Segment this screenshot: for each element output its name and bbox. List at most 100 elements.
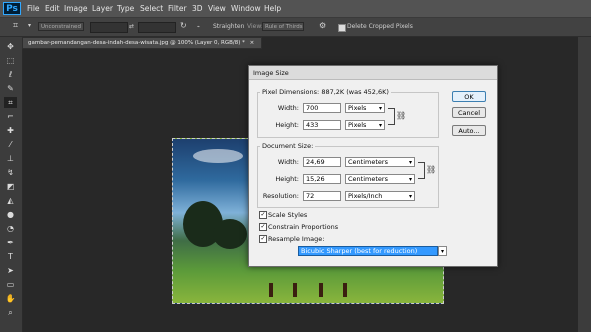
delete-cropped-label: Delete Cropped Pixels bbox=[347, 23, 413, 30]
resolution-label: Resolution: bbox=[262, 192, 299, 200]
eyedropper-tool-icon[interactable]: ⌐ bbox=[4, 111, 17, 122]
straighten-label[interactable]: Straighten bbox=[213, 23, 244, 30]
doc-width-label: Width: bbox=[277, 158, 299, 166]
hand-tool-icon[interactable]: ✋ bbox=[4, 293, 17, 304]
menu-image[interactable]: Image bbox=[64, 4, 88, 13]
clone-stamp-tool-icon[interactable]: ⊥ bbox=[4, 153, 17, 164]
zoom-tool-icon[interactable]: ⌕ bbox=[4, 307, 17, 318]
resolution-unit-select[interactable]: Pixels/Inch ▾ bbox=[345, 191, 415, 201]
image-size-dialog: Image Size Pixel Dimensions: 887,2K (was… bbox=[248, 65, 498, 267]
scale-styles-label: Scale Styles bbox=[268, 211, 308, 219]
overlay-select[interactable]: Rule of Thirds bbox=[262, 22, 304, 31]
document-tab[interactable]: gambar-pemandangan-desa-indah-desa-wisat… bbox=[22, 37, 262, 49]
delete-cropped-checkbox[interactable] bbox=[338, 24, 346, 32]
crop-tool-icon[interactable]: ⌗ bbox=[13, 21, 18, 31]
menu-help[interactable]: Help bbox=[264, 4, 281, 13]
menu-type[interactable]: Type bbox=[117, 4, 134, 13]
pixel-dimensions-group bbox=[257, 92, 439, 138]
doc-height-input[interactable]: 15,26 bbox=[303, 174, 341, 184]
chevron-down-icon: ▾ bbox=[408, 176, 412, 183]
tool-preset-chevron-icon[interactable]: ▾ bbox=[28, 22, 31, 29]
document-tab-title: gambar-pemandangan-desa-indah-desa-wisat… bbox=[28, 40, 255, 46]
menu-view[interactable]: View bbox=[208, 4, 226, 13]
menu-edit[interactable]: Edit bbox=[45, 4, 60, 13]
gear-icon[interactable]: ⚙ bbox=[319, 21, 326, 30]
px-width-unit-select[interactable]: Pixels ▾ bbox=[345, 103, 385, 113]
photoshop-logo: Ps bbox=[3, 2, 21, 15]
type-tool-icon[interactable]: T bbox=[4, 251, 17, 262]
px-height-unit-select[interactable]: Pixels ▾ bbox=[345, 120, 385, 130]
scale-styles-checkbox[interactable]: ✓ bbox=[259, 211, 267, 219]
constraint-select[interactable]: Unconstrained bbox=[38, 22, 84, 31]
chain-link-icon: ⛓ bbox=[426, 165, 437, 174]
doc-height-unit-select[interactable]: Centimeters ▾ bbox=[345, 174, 415, 184]
menu-file[interactable]: File bbox=[27, 4, 40, 13]
lasso-tool-icon[interactable]: ℓ bbox=[4, 69, 17, 80]
menu-filter[interactable]: Filter bbox=[168, 4, 187, 13]
doc-link-bracket bbox=[418, 162, 425, 179]
marquee-tool-icon[interactable]: ⬚ bbox=[4, 55, 17, 66]
constrain-proportions-label: Constrain Proportions bbox=[268, 223, 339, 231]
px-width-label: Width: bbox=[277, 104, 299, 112]
menu-3d[interactable]: 3D bbox=[192, 4, 203, 13]
document-size-label: Document Size: bbox=[260, 142, 316, 150]
person bbox=[319, 283, 323, 297]
path-select-tool-icon[interactable]: ➤ bbox=[4, 265, 17, 276]
cancel-button[interactable]: Cancel bbox=[452, 107, 486, 118]
resample-method-select[interactable]: Bicubic Sharper (best for reduction) bbox=[298, 246, 438, 256]
resolution-input[interactable]: 72 bbox=[303, 191, 341, 201]
move-tool-icon[interactable]: ✥ bbox=[4, 41, 17, 52]
chevron-down-icon[interactable]: ▾ bbox=[438, 246, 447, 256]
tree bbox=[213, 219, 247, 249]
blur-tool-icon[interactable]: ● bbox=[4, 209, 17, 220]
doc-width-unit-select[interactable]: Centimeters ▾ bbox=[345, 157, 415, 167]
px-width-input[interactable]: 700 bbox=[303, 103, 341, 113]
menu-window[interactable]: Window bbox=[231, 4, 261, 13]
dialog-title-bar[interactable]: Image Size bbox=[249, 66, 497, 80]
person bbox=[343, 283, 347, 297]
menu-layer[interactable]: Layer bbox=[92, 4, 113, 13]
person bbox=[293, 283, 297, 297]
crop-height-field[interactable] bbox=[138, 22, 176, 33]
dodge-tool-icon[interactable]: ◔ bbox=[4, 223, 17, 234]
view-label: View: bbox=[247, 23, 263, 30]
tools-panel: ✥ ⬚ ℓ ✎ ⌗ ⌐ ✚ ⁄ ⊥ ↯ ◩ ◭ ● ◔ ✒ T ➤ ▭ ✋ ⌕ bbox=[0, 37, 23, 332]
resample-image-label: Resample Image: bbox=[268, 235, 325, 243]
crop-width-field[interactable] bbox=[90, 22, 128, 33]
shape-tool-icon[interactable]: ▭ bbox=[4, 279, 17, 290]
pixel-dimensions-label: Pixel Dimensions: 887,2K (was 452,6K) bbox=[260, 88, 391, 96]
clear-icon[interactable]: ↻ bbox=[180, 21, 187, 30]
healing-brush-tool-icon[interactable]: ✚ bbox=[4, 125, 17, 136]
swap-icon[interactable]: ⇄ bbox=[129, 23, 134, 30]
cloud bbox=[193, 149, 243, 163]
chain-link-icon: ⛓ bbox=[396, 111, 407, 120]
constrain-proportions-checkbox[interactable]: ✓ bbox=[259, 223, 267, 231]
pixel-link-bracket bbox=[388, 108, 395, 125]
close-tab-icon[interactable]: × bbox=[250, 40, 255, 46]
doc-height-label: Height: bbox=[275, 175, 299, 183]
crop-tool-icon[interactable]: ⌗ bbox=[4, 97, 17, 108]
ok-button[interactable]: OK bbox=[452, 91, 486, 102]
straighten-icon[interactable]: ⌁ bbox=[197, 24, 200, 30]
history-brush-tool-icon[interactable]: ↯ bbox=[4, 167, 17, 178]
quick-select-tool-icon[interactable]: ✎ bbox=[4, 83, 17, 94]
paint-bucket-tool-icon[interactable]: ◭ bbox=[4, 195, 17, 206]
px-height-input[interactable]: 433 bbox=[303, 120, 341, 130]
resample-image-checkbox[interactable]: ✓ bbox=[259, 235, 267, 243]
chevron-down-icon: ▾ bbox=[408, 193, 412, 200]
person bbox=[269, 283, 273, 297]
chevron-down-icon: ▾ bbox=[378, 105, 382, 112]
pen-tool-icon[interactable]: ✒ bbox=[4, 237, 17, 248]
doc-width-input[interactable]: 24,69 bbox=[303, 157, 341, 167]
eraser-tool-icon[interactable]: ◩ bbox=[4, 181, 17, 192]
chevron-down-icon: ▾ bbox=[378, 122, 382, 129]
auto-button[interactable]: Auto... bbox=[452, 125, 486, 136]
brush-tool-icon[interactable]: ⁄ bbox=[4, 139, 17, 150]
menu-select[interactable]: Select bbox=[140, 4, 163, 13]
options-bar: ⌗ ▾ Unconstrained ⇄ ↻ ⌁ Straighten View:… bbox=[0, 18, 591, 37]
px-height-label: Height: bbox=[275, 121, 299, 129]
chevron-down-icon: ▾ bbox=[408, 159, 412, 166]
menu-bar: Ps File Edit Image Layer Type Select Fil… bbox=[0, 0, 591, 18]
right-panel-strip bbox=[578, 37, 591, 332]
dialog-title: Image Size bbox=[253, 69, 289, 77]
